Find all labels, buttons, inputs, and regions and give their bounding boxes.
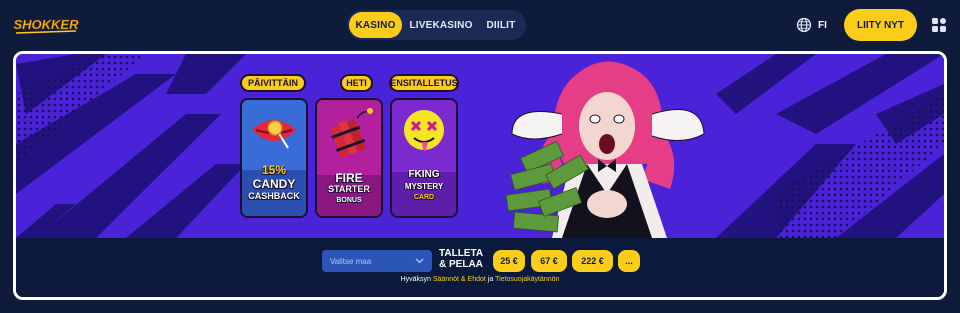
promo-line1: 15% xyxy=(261,163,287,177)
terms-link[interactable]: Säännöt & Ehdot xyxy=(433,276,486,283)
promo-card-fire-starter[interactable]: FIRE STARTER BONUS xyxy=(315,98,383,218)
promo-card-mystery[interactable]: FKING MYSTERY CARD xyxy=(390,98,458,218)
promo-line3: BONUS xyxy=(336,197,362,204)
svg-text:SHOKKER: SHOKKER xyxy=(13,17,79,32)
grid-menu-icon[interactable] xyxy=(931,17,947,33)
promo-card-candy-cashback[interactable]: 15% CANDY CASHBACK xyxy=(240,98,308,218)
tab-kasino[interactable]: KASINO xyxy=(349,12,402,38)
language-selector[interactable]: FI xyxy=(796,14,827,36)
promo-banner: PÄIVITTÄIN 15% CANDY CASHBACK HETI FIRE … xyxy=(13,51,947,300)
join-button[interactable]: LIITY NYT xyxy=(844,9,917,41)
hero-image: PÄIVITTÄIN 15% CANDY CASHBACK HETI FIRE … xyxy=(16,54,944,238)
amount-button-67[interactable]: 67 € xyxy=(531,250,567,272)
privacy-link[interactable]: Tietosuojakäytännön xyxy=(495,276,559,283)
promo-tag-daily: PÄIVITTÄIN xyxy=(240,74,306,92)
amount-button-more[interactable]: ... xyxy=(618,250,640,272)
promo-line2: STARTER xyxy=(328,184,370,194)
promo-tag-instant: HETI xyxy=(340,74,373,92)
terms-prefix: Hyväksyn xyxy=(400,276,431,283)
chevron-down-icon xyxy=(415,258,424,264)
promo-line1: FIRE xyxy=(335,171,363,185)
main-nav: KASINO LIVEKASINO DIILIT xyxy=(347,10,526,40)
hero-pattern xyxy=(16,54,944,238)
terms-conjunction: ja xyxy=(487,276,494,283)
promo-line1: FKING xyxy=(408,169,440,180)
language-label: FI xyxy=(818,19,827,31)
amount-button-222[interactable]: 222 € xyxy=(572,250,613,272)
shocked-woman-illustration xyxy=(492,54,722,238)
globe-icon xyxy=(796,17,812,33)
promo-line3: CARD xyxy=(413,194,435,201)
amount-button-25[interactable]: 25 € xyxy=(493,250,525,272)
top-bar: SHOKKER KASINO LIVEKASINO DIILIT FI LIIT… xyxy=(0,0,960,50)
shokker-logo[interactable]: SHOKKER xyxy=(10,12,82,38)
country-select-placeholder: Valitse maa xyxy=(330,256,372,266)
tab-livekasino[interactable]: LIVEKASINO xyxy=(402,12,480,38)
promo-line2: CANDY xyxy=(252,177,296,191)
tab-diilit[interactable]: DIILIT xyxy=(480,12,522,38)
terms-text: Hyväksyn Säännöt & Ehdot ja Tietosuojakä… xyxy=(16,276,944,283)
promo-line2: MYSTERY xyxy=(404,182,444,191)
deposit-bar: Valitse maa TALLETA & PELAA 25 € 67 € 22… xyxy=(16,238,944,297)
promo-tag-first-deposit: ENSITALLETUS xyxy=(389,74,459,92)
promo-line3: CASHBACK xyxy=(248,191,300,201)
country-select[interactable]: Valitse maa xyxy=(322,250,432,272)
